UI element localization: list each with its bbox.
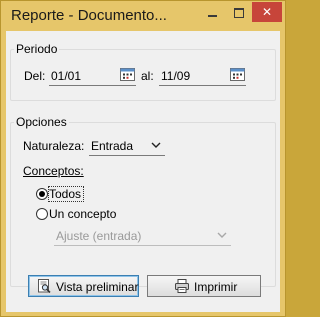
del-date-field[interactable]: 01/01 <box>49 67 136 86</box>
preview-button[interactable]: Vista preliminar <box>28 275 139 297</box>
print-button[interactable]: Imprimir <box>147 275 261 297</box>
naturaleza-label: Naturaleza: <box>23 139 85 153</box>
minimize-button[interactable] <box>199 2 226 22</box>
concepto-value: Ajuste (entrada) <box>56 229 142 243</box>
al-calendar-icon[interactable] <box>230 67 245 81</box>
radio-un-concepto[interactable] <box>36 208 48 220</box>
printer-icon <box>175 279 189 293</box>
del-date-value: 01/01 <box>51 69 82 83</box>
print-button-label: Imprimir <box>194 280 238 294</box>
concepto-dropdown: Ajuste (entrada) <box>54 227 231 246</box>
conceptos-label: Conceptos: <box>23 164 84 178</box>
radio-todos-label[interactable]: Todos <box>49 187 81 201</box>
maximize-icon <box>234 8 244 18</box>
report-dialog: Reporte - Documento... ✕ Periodo Del: 01… <box>0 0 286 317</box>
close-icon: ✕ <box>261 5 273 19</box>
preview-button-label: Vista preliminar <box>56 280 139 294</box>
naturaleza-dropdown[interactable]: Entrada <box>89 137 165 156</box>
print-preview-icon <box>38 279 51 293</box>
del-label: Del: <box>24 69 46 83</box>
opciones-group-title: Opciones <box>14 115 69 129</box>
chevron-down-icon <box>217 232 227 238</box>
al-date-value: 11/09 <box>161 69 191 83</box>
title-bar[interactable]: Reporte - Documento... ✕ <box>1 1 285 31</box>
radio-selected-dot <box>39 191 45 197</box>
periodo-group-title: Periodo <box>14 42 60 56</box>
al-date-field[interactable]: 11/09 <box>159 67 246 86</box>
maximize-button[interactable] <box>226 2 252 22</box>
window-title: Reporte - Documento... <box>11 7 167 24</box>
del-calendar-icon[interactable] <box>120 67 135 81</box>
dialog-client-area: Periodo Del: 01/01 al: 11/09 Opciones Na… <box>6 31 280 312</box>
minimize-icon <box>208 15 217 17</box>
close-button[interactable]: ✕ <box>252 2 282 22</box>
al-label: al: <box>141 69 154 83</box>
naturaleza-value: Entrada <box>91 139 134 153</box>
radio-un-concepto-label[interactable]: Un concepto <box>49 207 116 221</box>
chevron-down-icon <box>151 142 161 148</box>
radio-todos[interactable] <box>36 188 48 200</box>
